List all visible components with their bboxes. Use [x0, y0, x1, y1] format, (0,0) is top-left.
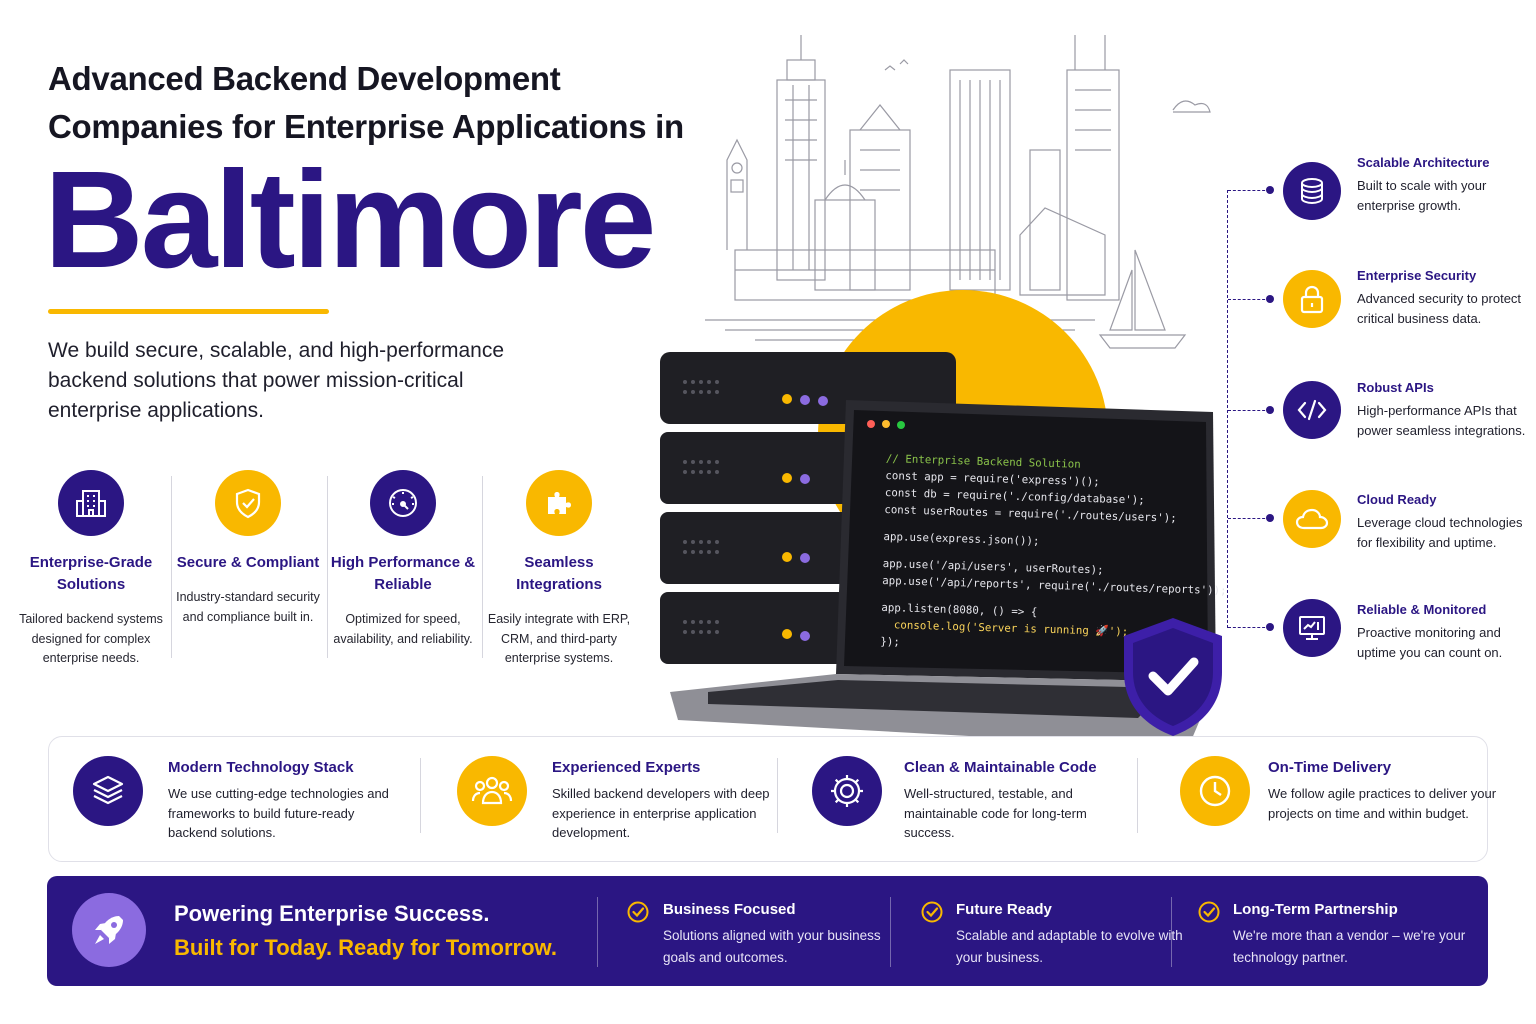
right-item-desc: Built to scale with your enterprise grow…: [1357, 178, 1487, 213]
connector-dot: [1266, 406, 1274, 414]
connector-dot: [1266, 623, 1274, 631]
connector: [1228, 627, 1270, 628]
feature-high-performance: High Performance & Reliable Optimized fo…: [325, 470, 481, 649]
enterprise-building-icon: [58, 470, 124, 536]
banner-item-title: Future Ready: [956, 901, 1052, 918]
card-item-desc: Well-structured, testable, and maintaina…: [904, 786, 1087, 840]
feature-enterprise-grade: Enterprise-Grade Solutions Tailored back…: [13, 470, 169, 669]
banner-tagline: Built for Today. Ready for Tomorrow.: [174, 935, 557, 960]
connector-dot: [1266, 295, 1274, 303]
feature-desc: Tailored backend systems designed for co…: [19, 612, 163, 665]
connector: [1228, 410, 1270, 411]
divider: [1137, 758, 1138, 833]
right-item-title: Scalable Architecture: [1357, 155, 1490, 170]
rocket-icon: [72, 893, 146, 967]
feature-title: Enterprise-Grade Solutions: [29, 554, 153, 593]
check-circle-icon: [921, 901, 943, 923]
divider: [890, 897, 891, 967]
team-icon: [457, 756, 527, 826]
divider: [777, 758, 778, 833]
cloud-icon: [1283, 490, 1341, 548]
banner-item-future-ready: Future Ready Scalable and adaptable to e…: [956, 900, 1196, 969]
card-item-desc: Skilled backend developers with deep exp…: [552, 786, 770, 840]
right-item-desc: Leverage cloud technologies for flexibil…: [1357, 515, 1523, 550]
right-item-reliable-monitored: Reliable & Monitored Proactive monitorin…: [1357, 600, 1527, 663]
card-item-on-time-delivery: On-Time Delivery We follow agile practic…: [1268, 758, 1500, 823]
right-item-desc: High-performance APIs that power seamles…: [1357, 403, 1526, 438]
divider: [597, 897, 598, 967]
banner-item-long-term-partnership: Long-Term Partnership We're more than a …: [1233, 900, 1473, 969]
card-item-title: On-Time Delivery: [1268, 759, 1392, 776]
card-item-title: Modern Technology Stack: [168, 759, 354, 776]
card-item-desc: We use cutting-edge technologies and fra…: [168, 786, 389, 840]
divider: [420, 758, 421, 833]
monitor-chart-icon: [1283, 599, 1341, 657]
feature-desc: Optimized for speed, availability, and r…: [333, 612, 473, 646]
page-subtitle: We build secure, scalable, and high-perf…: [48, 339, 505, 422]
connector-dot: [1266, 186, 1274, 194]
accent-underline: [48, 309, 329, 314]
right-item-title: Robust APIs: [1357, 380, 1434, 395]
banner-item-title: Business Focused: [663, 901, 796, 918]
speedometer-icon: [370, 470, 436, 536]
puzzle-piece-icon: [526, 470, 592, 536]
layers-icon: [73, 756, 143, 826]
page-title-line-2: Companies for Enterprise Applications in: [48, 108, 684, 145]
right-item-cloud-ready: Cloud Ready Leverage cloud technologies …: [1357, 490, 1527, 553]
gear-icon: [812, 756, 882, 826]
feature-title: Seamless Integrations: [516, 554, 602, 593]
shield-check-icon: [215, 470, 281, 536]
right-item-enterprise-security: Enterprise Security Advanced security to…: [1357, 266, 1527, 329]
banner-headline: Powering Enterprise Success.: [174, 901, 490, 926]
database-icon: [1283, 162, 1341, 220]
city-heading: Baltimore: [44, 143, 656, 297]
clock-icon: [1180, 756, 1250, 826]
code-line: app.use(express.json());: [883, 529, 1040, 548]
right-item-title: Enterprise Security: [1357, 268, 1477, 283]
check-circle-icon: [627, 901, 649, 923]
right-item-scalable-architecture: Scalable Architecture Built to scale wit…: [1357, 153, 1527, 216]
connector: [1228, 299, 1270, 300]
feature-seamless-integrations: Seamless Integrations Easily integrate w…: [481, 470, 637, 669]
feature-title: High Performance & Reliable: [330, 554, 476, 593]
feature-desc: Industry-standard security and complianc…: [176, 590, 320, 624]
code-brackets-icon: [1283, 381, 1341, 439]
feature-title: Secure & Compliant: [176, 554, 320, 571]
feature-secure-compliant: Secure & Compliant Industry-standard sec…: [170, 470, 326, 627]
connector: [1228, 190, 1270, 191]
connector: [1228, 518, 1270, 519]
right-item-desc: Proactive monitoring and uptime you can …: [1357, 625, 1503, 660]
card-item-experienced-experts: Experienced Experts Skilled backend deve…: [552, 758, 784, 843]
connector-line: [1227, 190, 1228, 628]
lock-icon: [1283, 270, 1341, 328]
right-item-title: Reliable & Monitored: [1357, 602, 1487, 617]
banner-item-title: Long-Term Partnership: [1233, 901, 1398, 918]
right-item-desc: Advanced security to protect critical bu…: [1357, 291, 1522, 326]
check-circle-icon: [1198, 901, 1220, 923]
card-item-desc: We follow agile practices to deliver you…: [1268, 786, 1497, 821]
card-item-clean-code: Clean & Maintainable Code Well-structure…: [904, 758, 1136, 843]
divider: [1171, 897, 1172, 967]
connector-dot: [1266, 514, 1274, 522]
card-item-title: Experienced Experts: [552, 759, 701, 776]
right-item-robust-apis: Robust APIs High-performance APIs that p…: [1357, 378, 1527, 441]
right-item-title: Cloud Ready: [1357, 492, 1437, 507]
card-item-modern-stack: Modern Technology Stack We use cutting-e…: [168, 758, 400, 843]
banner-item-desc: We're more than a vendor – we're your te…: [1233, 928, 1466, 965]
card-item-title: Clean & Maintainable Code: [904, 759, 1097, 776]
page-title-line-1: Advanced Backend Development: [48, 60, 561, 97]
banner-item-desc: Solutions aligned with your business goa…: [663, 928, 881, 965]
feature-desc: Easily integrate with ERP, CRM, and thir…: [487, 612, 631, 665]
security-shield-icon: [1124, 618, 1222, 736]
banner-item-desc: Scalable and adaptable to evolve with yo…: [956, 928, 1183, 965]
banner-item-business-focused: Business Focused Solutions aligned with …: [663, 900, 903, 969]
